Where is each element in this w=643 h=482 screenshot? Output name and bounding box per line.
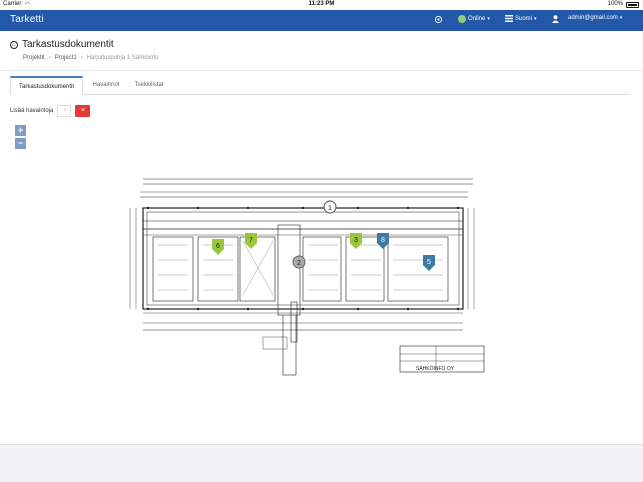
language-icon (505, 15, 513, 22)
breadcrumb: Projektit › Project1 › Harjoituspohja 1 … (23, 55, 158, 61)
svg-text:5: 5 (427, 259, 431, 266)
online-status-label: Online (468, 16, 486, 22)
tab-checklists[interactable]: Tsekkilistat (130, 76, 168, 95)
observation-pin[interactable]: 1 (323, 200, 337, 214)
battery-percentage: 100% (607, 1, 623, 7)
observation-pin[interactable]: 5 (423, 255, 435, 271)
ios-status-bar: Carrier ◠ 11:23 PM 100% (0, 0, 643, 10)
chevron-down-icon: ▾ (534, 15, 537, 22)
tab-bar: Tarkastusdokumentit Havainnot Tsekkilist… (10, 76, 630, 95)
svg-text:2: 2 (297, 260, 301, 267)
observation-pin[interactable]: 6 (212, 239, 224, 255)
breadcrumb-separator: › (48, 55, 51, 61)
user-menu-dropdown[interactable]: admin@gmail.com ▾ (568, 15, 622, 21)
cancel-button[interactable]: × (75, 105, 91, 117)
back-icon[interactable]: ← (10, 41, 18, 49)
svg-text:3: 3 (354, 237, 358, 244)
breadcrumb-projects[interactable]: Projektit (23, 55, 45, 61)
online-status-dropdown[interactable]: Online ▾ (458, 15, 490, 23)
floor-plan-drawing[interactable]: SÄHKÖINFO OY 1 2 3 6 7 8 5 (118, 165, 490, 385)
tab-inspection-documents[interactable]: Tarkastusdokumentit (10, 76, 83, 95)
settings-icon[interactable] (434, 15, 443, 24)
clock: 11:23 PM (308, 1, 335, 7)
globe-icon (458, 15, 466, 23)
observation-pin[interactable]: 7 (245, 233, 257, 249)
document-card: ← Tarkastusdokumentit Projektit › Projec… (0, 31, 643, 445)
language-dropdown[interactable]: Suomi ▾ (505, 15, 537, 22)
brand-logo[interactable]: Tarketti (10, 14, 44, 25)
add-observation-toggle[interactable]: + (57, 105, 72, 117)
page-title: Tarkastusdokumentit (22, 39, 114, 50)
breadcrumb-project[interactable]: Project1 (55, 55, 77, 61)
observation-pin[interactable]: 2 (292, 255, 306, 269)
zoom-in-button[interactable]: + (15, 125, 26, 136)
tab-observations[interactable]: Havainnot (86, 76, 126, 95)
user-email: admin@gmail.com (568, 15, 618, 21)
chevron-down-icon: ▾ (619, 15, 623, 21)
svg-text:6: 6 (216, 243, 220, 250)
svg-text:8: 8 (381, 237, 385, 244)
breadcrumb-current: Harjoituspohja 1 Sähköinfo (86, 55, 159, 61)
battery-icon (626, 2, 639, 8)
svg-text:1: 1 (328, 205, 332, 212)
add-observation-label: Lisää havaintoja (10, 108, 54, 114)
breadcrumb-separator: › (80, 55, 83, 61)
observation-pin[interactable]: 8 (377, 233, 389, 249)
top-navbar: Tarketti Online ▾ Suomi ▾ admin@gmail.co… (0, 10, 643, 31)
add-observation-row: Lisää havaintoja + × (10, 105, 91, 117)
svg-text:7: 7 (249, 237, 253, 244)
page-header: ← Tarkastusdokumentit Projektit › Projec… (0, 31, 643, 71)
chevron-down-icon: ▾ (487, 16, 490, 22)
user-icon[interactable] (552, 15, 559, 23)
zoom-out-button[interactable]: − (15, 138, 26, 149)
observation-pin[interactable]: 3 (350, 233, 362, 249)
language-label: Suomi (515, 15, 533, 22)
title-block-company: SÄHKÖINFO OY (416, 365, 455, 372)
